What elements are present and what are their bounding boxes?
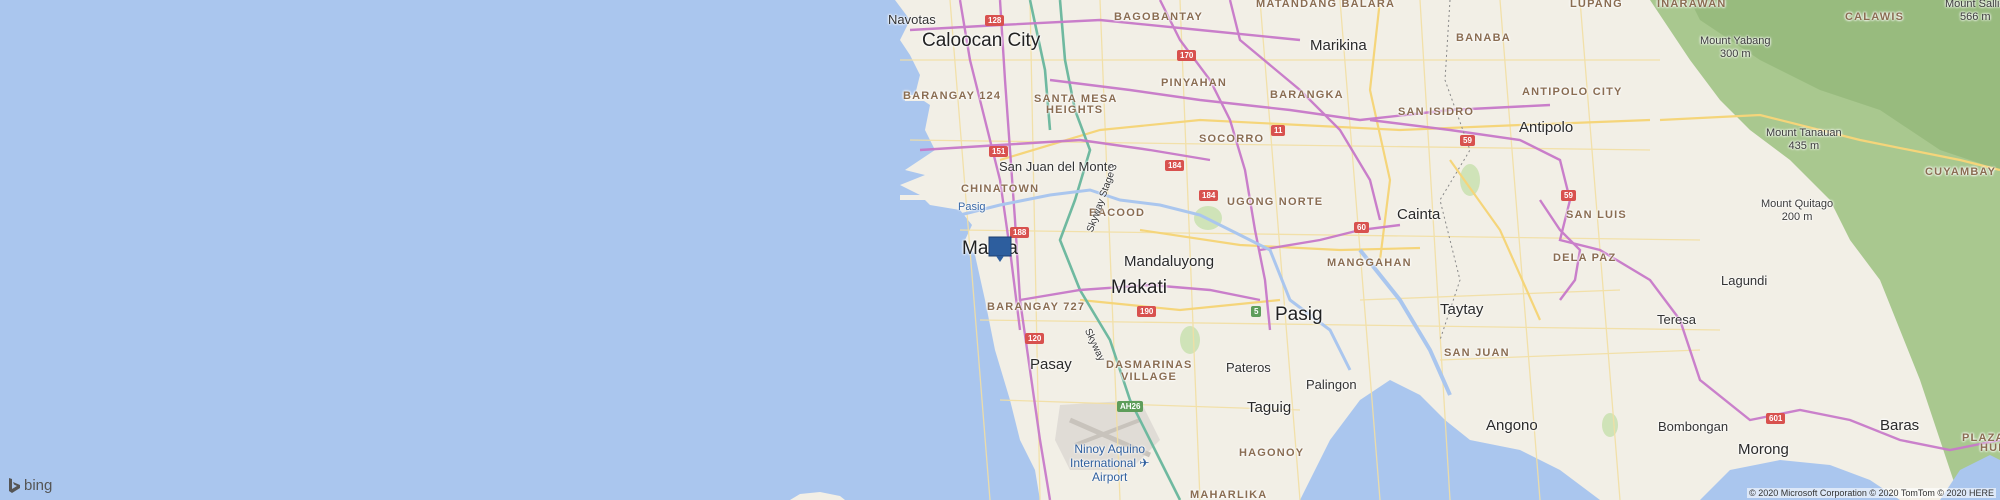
- label-san-luis: SAN LUIS: [1566, 209, 1627, 221]
- label-calawis: CALAWIS: [1845, 11, 1905, 23]
- label-hagonoy: HAGONOY: [1239, 447, 1305, 459]
- route-shield: 170: [1177, 50, 1197, 61]
- label-heights: HEIGHTS: [1046, 104, 1104, 116]
- route-shield: 601: [1766, 413, 1786, 424]
- location-pin-icon[interactable]: [988, 236, 1012, 262]
- label-baras: Baras: [1880, 417, 1920, 434]
- label-morong: Morong: [1738, 441, 1789, 458]
- label-dela-paz: DELA PAZ: [1553, 252, 1617, 264]
- label-pateros: Pateros: [1226, 360, 1271, 375]
- label-pasig-river: Pasig: [958, 201, 986, 213]
- label-navotas: Navotas: [888, 12, 936, 27]
- route-shield: AH26: [1117, 401, 1144, 412]
- route-shield: 5: [1251, 306, 1262, 317]
- route-shield: 60: [1354, 222, 1369, 233]
- label-san-juan-del-monte: San Juan del Monte: [999, 159, 1115, 174]
- label-cuyambay: CUYAMBAY: [1925, 166, 1997, 178]
- route-shield: 128: [985, 15, 1005, 26]
- label-banaba: BANABA: [1456, 32, 1511, 44]
- label-teresa: Teresa: [1657, 312, 1697, 327]
- label-cainta: Cainta: [1397, 206, 1441, 223]
- label-village: VILLAGE: [1121, 371, 1178, 383]
- route-shield: 151: [989, 146, 1009, 157]
- route-shield: 59: [1460, 135, 1475, 146]
- label-palingon: Palingon: [1306, 377, 1357, 392]
- label-antipolo: Antipolo: [1519, 119, 1574, 136]
- label-lupang: LUPANG: [1570, 0, 1623, 10]
- label-ugong-norte: UGONG NORTE: [1227, 196, 1324, 208]
- route-shield: 188: [1010, 227, 1030, 238]
- label-lagundi: Lagundi: [1721, 273, 1768, 288]
- label-taguig: Taguig: [1247, 399, 1292, 416]
- label-barangka: BARANGKA: [1270, 89, 1344, 101]
- route-shield: 190: [1137, 306, 1157, 317]
- label-bombongan: Bombongan: [1658, 419, 1729, 434]
- label-angono: Angono: [1486, 417, 1538, 434]
- airport-icon: ✈: [1139, 456, 1150, 470]
- route-shield: 59: [1561, 190, 1576, 201]
- label-caloocan-city: Caloocan City: [922, 30, 1041, 51]
- label-chinatown: CHINATOWN: [961, 183, 1040, 195]
- label-barangay-727: BARANGAY 727: [987, 301, 1086, 313]
- label-ninoy-aquino-airport: Ninoy Aquino International ✈ Airport: [1070, 442, 1150, 484]
- label-pinyahan: PINYAHAN: [1161, 77, 1228, 89]
- label-antipolo-city: ANTIPOLO CITY: [1522, 86, 1623, 98]
- label-bagobantay: BAGOBANTAY: [1114, 11, 1204, 23]
- route-shield: 184: [1165, 160, 1185, 171]
- label-dasmarinas: DASMARINAS: [1106, 359, 1193, 371]
- label-marikina: Marikina: [1310, 37, 1367, 54]
- label-mount-yabang: Mount Yabang 300 m: [1700, 35, 1771, 60]
- label-maharlika: MAHARLIKA: [1190, 489, 1268, 500]
- label-manggahan: MANGGAHAN: [1327, 257, 1412, 269]
- label-mount-quitago: Mount Quitago 200 m: [1761, 198, 1834, 223]
- label-mount-tanauan: Mount Tanauan 435 m: [1766, 127, 1842, 152]
- label-mount-sallid: Mount Sallid 566 m: [1945, 0, 2000, 23]
- label-hulo: HUL: [1980, 442, 2000, 454]
- label-mandaluyong: Mandaluyong: [1124, 253, 1215, 270]
- route-shield: 11: [1271, 125, 1286, 136]
- route-shield: 184: [1199, 190, 1219, 201]
- map-view[interactable]: Navotas Caloocan City BAGOBANTAY MATANDA…: [0, 0, 2000, 500]
- label-barangay-124: BARANGAY 124: [903, 90, 1002, 102]
- label-pasig: Pasig: [1275, 304, 1323, 325]
- bing-logo-icon: [9, 477, 20, 493]
- label-san-isidro: SAN ISIDRO: [1398, 106, 1475, 118]
- label-makati: Makati: [1111, 277, 1167, 298]
- label-pasay: Pasay: [1030, 356, 1072, 373]
- label-inarawan: INARAWAN: [1657, 0, 1727, 10]
- label-taytay: Taytay: [1440, 301, 1484, 318]
- label-socorro: SOCORRO: [1199, 133, 1265, 145]
- route-shield: 120: [1025, 333, 1045, 344]
- copyright-notice: © 2020 Microsoft Corporation © 2020 TomT…: [1747, 488, 1996, 498]
- label-san-juan: SAN JUAN: [1444, 347, 1510, 359]
- label-matandang-balara: MATANDANG BALARA: [1256, 0, 1396, 10]
- bing-logo[interactable]: bing: [8, 477, 52, 494]
